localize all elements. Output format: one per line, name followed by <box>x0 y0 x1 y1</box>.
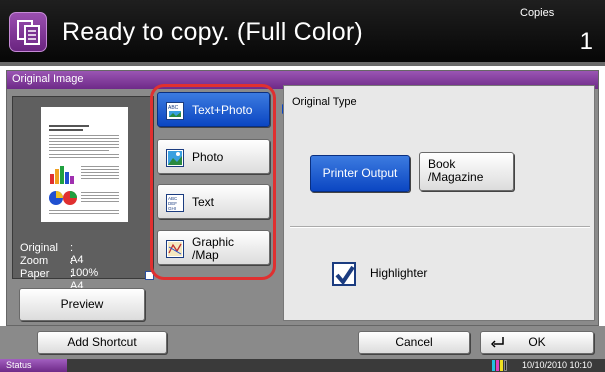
ok-button[interactable]: OK <box>480 331 594 354</box>
svg-text:ABC: ABC <box>168 105 179 111</box>
ok-label: OK <box>528 335 546 349</box>
checkmark-icon <box>335 265 355 286</box>
status-bar: Status 10/10/2010 10:10 <box>0 359 605 372</box>
type-label: Text+Photo <box>192 103 253 117</box>
zoom-label: Zoom <box>20 255 49 267</box>
highlighter-checkbox[interactable] <box>332 262 356 286</box>
type-text-button[interactable]: ABC DEF GHI Text <box>157 184 270 219</box>
header-bar: Ready to copy. (Full Color) Copies 1 <box>0 0 605 66</box>
text-photo-icon: ABC <box>166 102 184 120</box>
original-type-panel: Original Type Printer Output Book /Magaz… <box>283 85 595 321</box>
copies-label: Copies <box>520 7 555 19</box>
document-thumbnail <box>41 107 128 222</box>
header-divider <box>0 62 605 66</box>
cancel-button[interactable]: Cancel <box>358 331 470 354</box>
original-type-title: Original Type <box>292 96 357 108</box>
preview-button[interactable]: Preview <box>19 288 145 321</box>
enter-icon <box>491 337 504 348</box>
date-time: 10/10/2010 10:10 <box>522 360 593 370</box>
svg-text:GHI: GHI <box>168 206 176 211</box>
type-graphic-map-button[interactable]: Graphic /Map <box>157 230 270 265</box>
text-icon: ABC DEF GHI <box>166 194 184 212</box>
book-magazine-button[interactable]: Book /Magazine <box>419 152 514 191</box>
status-title: Ready to copy. (Full Color) <box>62 18 363 46</box>
type-text-photo-button[interactable]: ABC Text+Photo <box>157 92 270 127</box>
paper-label: Paper <box>20 268 50 280</box>
preview-area: Original : A4 Zoom : 100% Paper : A4 <box>12 96 154 292</box>
copies-count: 1 <box>579 28 593 55</box>
status-button[interactable]: Status <box>0 359 67 372</box>
highlighter-label: Highlighter <box>370 266 428 280</box>
graphic-map-icon <box>166 240 184 258</box>
toner-level-icon <box>492 360 507 371</box>
type-label: Photo <box>192 150 224 164</box>
bottom-action-bar: Add Shortcut Cancel OK <box>0 326 605 359</box>
copy-app-icon <box>9 12 47 52</box>
pie-chart-graphic <box>49 191 77 205</box>
type-label: Text <box>192 195 215 209</box>
printer-output-button[interactable]: Printer Output <box>310 155 410 192</box>
photo-icon <box>166 149 184 167</box>
bar-chart-graphic <box>50 166 74 184</box>
original-label: Original <box>20 242 58 254</box>
zoom-row: Zoom : 100% <box>20 255 98 279</box>
original-size-row: Original : A4 <box>20 242 83 266</box>
add-shortcut-button[interactable]: Add Shortcut <box>37 331 167 354</box>
original-image-panel: Original Image Original: A4 Zoom: 100%… <box>6 70 599 326</box>
section-divider <box>290 226 590 228</box>
type-label: Graphic /Map <box>192 234 235 262</box>
paper-row: Paper : A4 <box>20 268 83 292</box>
type-photo-button[interactable]: Photo <box>157 139 270 174</box>
